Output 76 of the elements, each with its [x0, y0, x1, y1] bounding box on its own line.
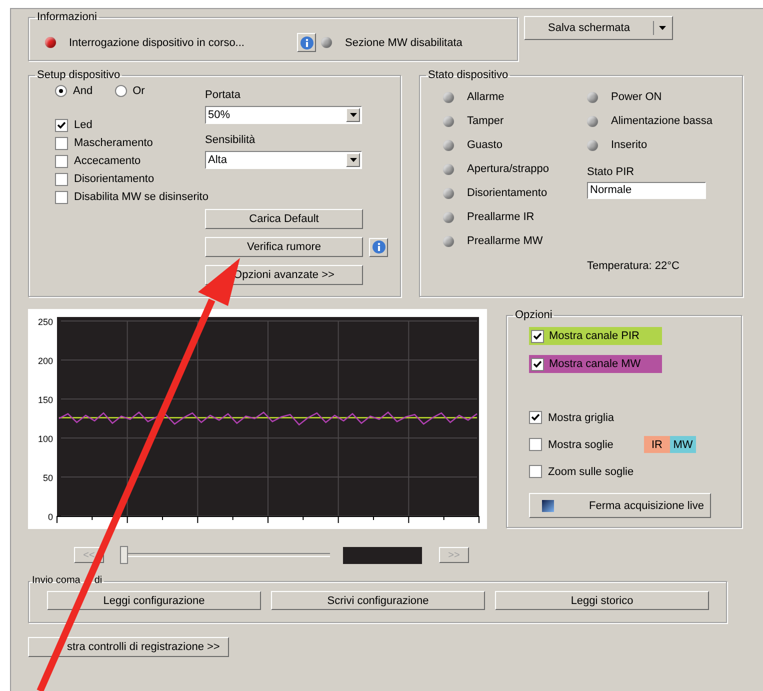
action-button[interactable]: Carica Default: [205, 209, 363, 229]
action-button[interactable]: Verifica rumore: [205, 237, 363, 257]
checkbox[interactable]: [529, 438, 542, 451]
radio-label: And: [73, 84, 93, 98]
pir-status-field[interactable]: Normale: [587, 182, 706, 199]
radio-button[interactable]: [114, 85, 127, 97]
status-label: Alimentazione bassa: [611, 114, 713, 128]
group-title: di: [94, 575, 102, 587]
dropdown-field[interactable]: Alta: [205, 151, 362, 169]
info-button[interactable]: [297, 33, 316, 52]
checkbox[interactable]: [55, 118, 68, 132]
channel-toggle[interactable]: Mostra canale PIR: [529, 327, 662, 345]
checkbox-label: Led: [74, 118, 92, 132]
status-text: Interrogazione dispositivo in corso...: [69, 36, 246, 50]
y-tick-label: 50: [42, 473, 53, 483]
slider-track[interactable]: [120, 546, 330, 564]
save-screenshot-button[interactable]: Salva schermata: [524, 16, 673, 40]
checkbox-label: Zoom sulle soglie: [548, 464, 634, 478]
checkbox[interactable]: [529, 411, 542, 424]
checkbox-label: Disabilita MW se disinserito: [74, 190, 208, 204]
info-icon: [372, 240, 386, 254]
recording-controls-button[interactable]: stra controlli di registrazione >>: [28, 637, 229, 657]
checkbox-label: Disorientamento: [74, 172, 154, 186]
info-button[interactable]: [369, 238, 388, 256]
square-icon: [542, 500, 554, 512]
status-label: Preallarme MW: [467, 234, 543, 248]
radio-label: Or: [132, 84, 145, 98]
caret-icon: [659, 26, 666, 30]
checkbox[interactable]: [55, 154, 68, 168]
dropdown-arrow-icon: [350, 113, 356, 117]
checkbox-label: Mostra soglie: [548, 438, 614, 452]
dropdown-arrow-icon: [350, 158, 356, 162]
command-button[interactable]: Leggi configurazione: [47, 591, 261, 610]
group-title: Opzioni: [514, 309, 554, 321]
y-tick-label: 250: [38, 317, 53, 327]
dropdown-field[interactable]: 50%: [205, 106, 362, 124]
y-tick-label: 100: [38, 434, 53, 444]
threshold-tag: MW: [670, 436, 696, 453]
command-button[interactable]: Scrivi configurazione: [271, 591, 485, 610]
checkbox[interactable]: [531, 358, 544, 370]
checkbox-label: Mostra canale PIR: [549, 329, 640, 343]
status-label: Inserito: [611, 138, 648, 152]
threshold-tag: IR: [644, 436, 670, 453]
checkbox-label: Mascheramento: [74, 136, 153, 150]
field-label: Stato PIR: [587, 165, 636, 179]
checkbox[interactable]: [531, 330, 544, 342]
temperature-text: Temperatura: 22°C: [587, 259, 680, 273]
channel-toggle[interactable]: Mostra canale MW: [529, 355, 662, 373]
checkbox[interactable]: [55, 172, 68, 186]
group-title: Stato dispositivo: [427, 69, 510, 81]
checkbox-label: Mostra griglia: [548, 410, 614, 424]
radio-button[interactable]: [55, 85, 67, 97]
y-tick-label: 200: [38, 356, 53, 366]
info-icon: [300, 36, 314, 50]
group-title: Informazioni: [36, 11, 98, 23]
status-label: Apertura/strappo: [467, 162, 549, 176]
status-label: Allarme: [467, 90, 504, 104]
y-tick-label: 0: [48, 512, 53, 522]
y-tick-label: 150: [38, 395, 53, 405]
checkbox[interactable]: [529, 465, 542, 478]
checkbox[interactable]: [55, 136, 68, 150]
command-button[interactable]: Leggi storico: [495, 591, 709, 610]
checkbox-label: Accecamento: [74, 154, 141, 168]
checkbox[interactable]: [55, 190, 68, 204]
status-label: Preallarme IR: [467, 210, 534, 224]
status-label: Guasto: [467, 138, 502, 152]
stop-live-button[interactable]: Ferma acquisizione live: [529, 493, 711, 518]
checkbox-label: Mostra canale MW: [549, 357, 641, 371]
status-label: Disorientamento: [467, 186, 548, 200]
group-title: Setup dispositivo: [36, 69, 122, 81]
field-label: Portata: [205, 88, 242, 102]
status-label: Power ON: [611, 90, 662, 104]
group-title: Invio coma: [32, 575, 80, 587]
status-text: Sezione MW disabilitata: [345, 36, 462, 50]
status-label: Tamper: [467, 114, 504, 128]
field-label: Sensibilità: [205, 133, 256, 147]
